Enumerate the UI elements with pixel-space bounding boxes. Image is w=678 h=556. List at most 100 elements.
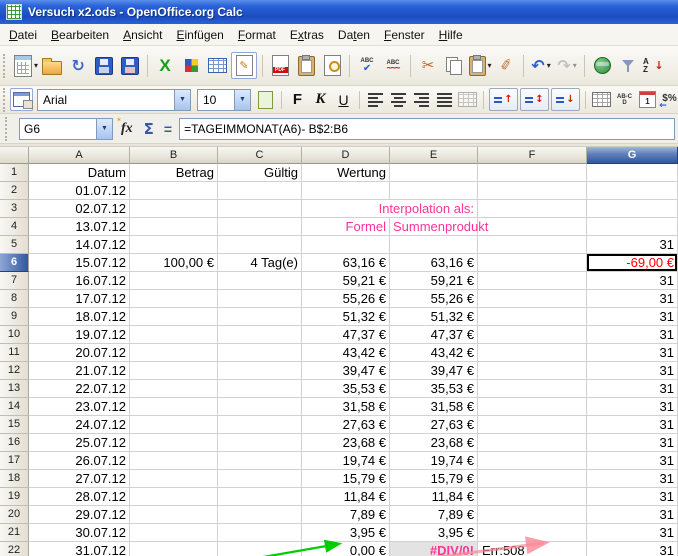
row-header-20[interactable]: 20 — [0, 506, 29, 524]
cell-G16[interactable]: 31 — [587, 434, 678, 452]
cell-E4[interactable]: Summenprodukt — [390, 218, 478, 236]
cell-A9[interactable]: 18.07.12 — [29, 308, 130, 326]
row-header-15[interactable]: 15 — [0, 416, 29, 434]
toolbar-grip[interactable] — [3, 54, 9, 78]
row-header-8[interactable]: 8 — [0, 290, 29, 308]
row-header-6[interactable]: 6 — [0, 254, 29, 272]
cell-C18[interactable] — [218, 470, 302, 488]
cell-C9[interactable] — [218, 308, 302, 326]
cell-F16[interactable] — [478, 434, 587, 452]
dropdown-caret-icon[interactable]: ▾ — [547, 61, 551, 70]
row-header-19[interactable]: 19 — [0, 488, 29, 506]
cell-D5[interactable] — [302, 236, 390, 254]
menu-hilfe[interactable]: Hilfe — [432, 26, 470, 44]
borders-button[interactable] — [591, 89, 612, 110]
equals-icon[interactable]: = — [161, 121, 175, 137]
cell-C22[interactable] — [218, 542, 302, 556]
colors-button[interactable] — [179, 53, 203, 78]
cell-B18[interactable] — [130, 470, 218, 488]
cell-D7[interactable]: 59,21 € — [302, 272, 390, 290]
cell-G3[interactable] — [587, 200, 678, 218]
underline-button[interactable]: U — [333, 89, 354, 110]
cell-E7[interactable]: 59,21 € — [390, 272, 478, 290]
cell-D1[interactable]: Wertung — [302, 164, 390, 182]
toolbar-grip[interactable] — [5, 117, 11, 141]
cell-D21[interactable]: 3,95 € — [302, 524, 390, 542]
cell-E21[interactable]: 3,95 € — [390, 524, 478, 542]
cell-F15[interactable] — [478, 416, 587, 434]
bold-button[interactable]: F — [287, 89, 308, 110]
row-header-11[interactable]: 11 — [0, 344, 29, 362]
print-button[interactable] — [294, 53, 318, 78]
format-paintbrush-button[interactable]: ✐ — [494, 53, 518, 78]
cell-G13[interactable]: 31 — [587, 380, 678, 398]
cell-B13[interactable] — [130, 380, 218, 398]
row-header-17[interactable]: 17 — [0, 452, 29, 470]
cell-D3[interactable]: Interpolation als: — [302, 200, 478, 218]
dropdown-caret-icon[interactable]: ▾ — [34, 61, 38, 70]
cell-F1[interactable] — [478, 164, 587, 182]
row-header-12[interactable]: 12 — [0, 362, 29, 380]
cell-G21[interactable]: 31 — [587, 524, 678, 542]
document-button[interactable] — [255, 89, 276, 110]
cell-A2[interactable]: 01.07.12 — [29, 182, 130, 200]
menu-daten[interactable]: Daten — [331, 26, 377, 44]
cell-F9[interactable] — [478, 308, 587, 326]
cell-G22[interactable]: 31 — [587, 542, 678, 556]
number-format-button[interactable]: AB-CD — [614, 89, 635, 110]
cell-G11[interactable]: 31 — [587, 344, 678, 362]
cell-D17[interactable]: 19,74 € — [302, 452, 390, 470]
row-header-7[interactable]: 7 — [0, 272, 29, 290]
cell-F12[interactable] — [478, 362, 587, 380]
column-header-E[interactable]: E — [390, 147, 478, 164]
column-header-A[interactable]: A — [29, 147, 130, 164]
cell-A8[interactable]: 17.07.12 — [29, 290, 130, 308]
cell-D2[interactable] — [302, 182, 390, 200]
align-justify-button[interactable] — [434, 89, 455, 110]
formula-input[interactable]: =TAGEIMMONAT(A6)- B$2:B6 — [179, 118, 675, 140]
row-header-4[interactable]: 4 — [0, 218, 29, 236]
menu-format[interactable]: Format — [231, 26, 283, 44]
cell-B19[interactable] — [130, 488, 218, 506]
cell-D19[interactable]: 11,84 € — [302, 488, 390, 506]
cell-G8[interactable]: 31 — [587, 290, 678, 308]
autospellcheck-button[interactable] — [381, 53, 405, 78]
cell-F17[interactable] — [478, 452, 587, 470]
cell-C13[interactable] — [218, 380, 302, 398]
cell-F3[interactable] — [478, 200, 587, 218]
cell-B16[interactable] — [130, 434, 218, 452]
cell-B6[interactable]: 100,00 € — [130, 254, 218, 272]
cell-G6[interactable]: -69,00 € — [587, 254, 678, 272]
cell-E11[interactable]: 43,42 € — [390, 344, 478, 362]
row-header-3[interactable]: 3 — [0, 200, 29, 218]
menu-fenster[interactable]: Fenster — [377, 26, 432, 44]
open-button[interactable] — [40, 53, 64, 78]
cell-B17[interactable] — [130, 452, 218, 470]
cell-B7[interactable] — [130, 272, 218, 290]
cell-C1[interactable]: Gültig — [218, 164, 302, 182]
cell-E10[interactable]: 47,37 € — [390, 326, 478, 344]
page-preview-button[interactable] — [320, 53, 344, 78]
cell-B9[interactable] — [130, 308, 218, 326]
cell-C11[interactable] — [218, 344, 302, 362]
align-vcenter-button[interactable]: ↕ — [520, 88, 549, 111]
cell-F2[interactable] — [478, 182, 587, 200]
align-right-button[interactable] — [411, 89, 432, 110]
title-bar[interactable]: Versuch x2.ods - OpenOffice.org Calc — [0, 0, 678, 24]
cell-G4[interactable] — [587, 218, 678, 236]
align-bottom-button[interactable]: ↓ — [551, 88, 580, 111]
cell-B12[interactable] — [130, 362, 218, 380]
row-header-18[interactable]: 18 — [0, 470, 29, 488]
italic-button[interactable]: K — [310, 89, 331, 110]
column-header-G[interactable]: G — [587, 147, 678, 164]
cell-D6[interactable]: 63,16 € — [302, 254, 390, 272]
cell-C21[interactable] — [218, 524, 302, 542]
cell-A1[interactable]: Datum — [29, 164, 130, 182]
cell-C6[interactable]: 4 Tag(e) — [218, 254, 302, 272]
cell-F8[interactable] — [478, 290, 587, 308]
cell-C19[interactable] — [218, 488, 302, 506]
export-pdf-button[interactable] — [268, 53, 292, 78]
row-header-13[interactable]: 13 — [0, 380, 29, 398]
cell-E16[interactable]: 23,68 € — [390, 434, 478, 452]
cell-G12[interactable]: 31 — [587, 362, 678, 380]
